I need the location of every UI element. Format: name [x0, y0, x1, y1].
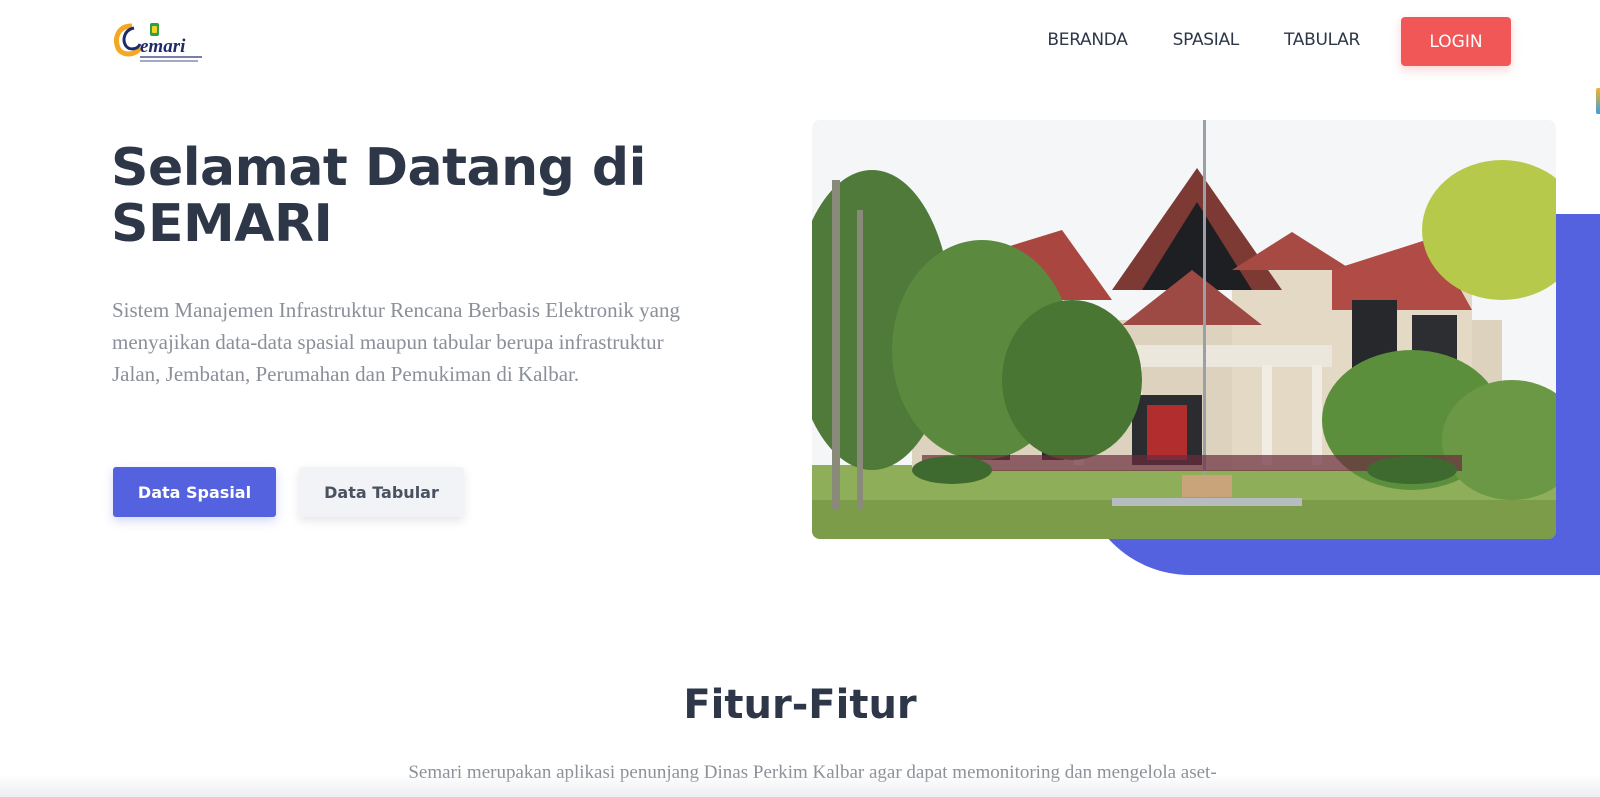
hero-building-photo	[812, 120, 1556, 539]
svg-text:emari: emari	[140, 36, 186, 57]
hero-description: Sistem Manajemen Infrastruktur Rencana B…	[112, 298, 681, 386]
landing-page: emari BERANDA SPASIAL TABULAR LOGIN Sela…	[0, 0, 1600, 797]
semari-logo[interactable]: emari	[112, 18, 206, 66]
data-tabular-button[interactable]: Data Tabular	[299, 467, 464, 517]
navbar: emari BERANDA SPASIAL TABULAR LOGIN	[0, 0, 1600, 84]
nav-link-beranda[interactable]: BERANDA	[1047, 30, 1128, 50]
semari-logo-icon: emari	[114, 23, 202, 62]
login-button[interactable]: LOGIN	[1401, 17, 1511, 66]
building-photo-illustration	[812, 120, 1556, 539]
nav-link-tabular[interactable]: TABULAR	[1284, 30, 1360, 50]
bottom-fade	[0, 774, 1600, 797]
hero-title: Selamat Datang di SEMARI	[111, 138, 646, 254]
nav-links: BERANDA SPASIAL TABULAR	[1047, 30, 1360, 50]
edge-widget-icon[interactable]	[1596, 88, 1600, 114]
features-title: Fitur-Fitur	[683, 682, 917, 728]
data-spasial-button[interactable]: Data Spasial	[113, 467, 276, 517]
nav-link-spasial[interactable]: SPASIAL	[1173, 30, 1240, 50]
